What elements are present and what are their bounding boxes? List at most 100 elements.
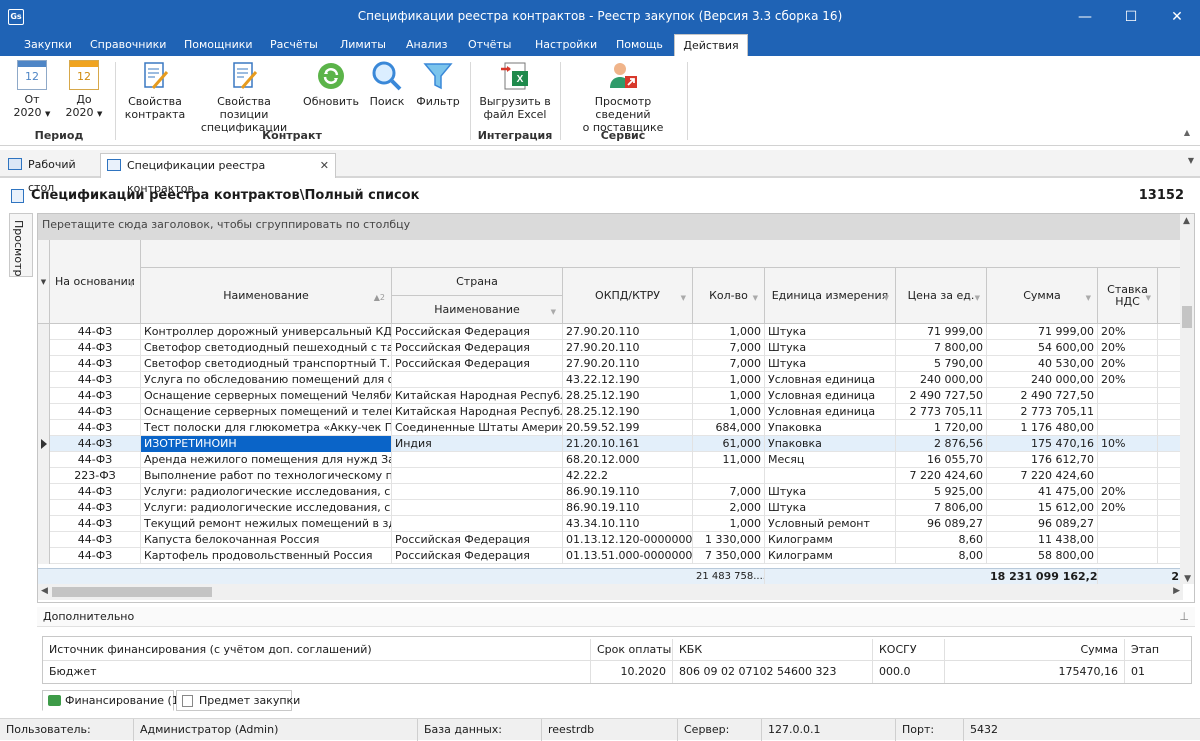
- cell-vat[interactable]: [1098, 420, 1158, 436]
- cell-okpd[interactable]: 28.25.12.190: [563, 388, 693, 404]
- cell-vat[interactable]: 20%: [1098, 372, 1158, 388]
- cell-vat[interactable]: [1098, 532, 1158, 548]
- cell-basis[interactable]: 44-ФЗ: [50, 404, 141, 420]
- cell-qty[interactable]: 11,000: [693, 452, 765, 468]
- cell-country[interactable]: [392, 500, 563, 516]
- row-indicator[interactable]: [38, 420, 50, 436]
- cell-sum[interactable]: 175 470,16: [987, 436, 1098, 452]
- column-header-sum[interactable]: Сумма ▼: [987, 268, 1098, 324]
- cell-unit[interactable]: Штука: [765, 484, 896, 500]
- cell-price[interactable]: 2 876,56: [896, 436, 987, 452]
- column-header-okpd[interactable]: ОКПД/КТРУ ▼: [563, 268, 693, 324]
- cell-vat[interactable]: [1098, 516, 1158, 532]
- cell-country[interactable]: Индия: [392, 436, 563, 452]
- scroll-thumb[interactable]: [1182, 306, 1192, 328]
- cell-basis[interactable]: 44-ФЗ: [50, 436, 141, 452]
- column-header-basis[interactable]: На основании ▼: [50, 240, 141, 324]
- cell-country[interactable]: [392, 516, 563, 532]
- row-indicator[interactable]: [38, 532, 50, 548]
- column-header-country[interactable]: Наименование ▼: [392, 296, 563, 324]
- cell-name[interactable]: Услуга по обследованию помещений для опр…: [141, 372, 392, 388]
- search-button[interactable]: Поиск: [366, 60, 408, 108]
- table-row[interactable]: 223-ФЗ Выполнение работ по технологическо…: [38, 468, 1194, 484]
- cell-country[interactable]: Российская Федерация: [392, 324, 563, 340]
- table-row[interactable]: 44-ФЗ Светофор светодиодный транспортный …: [38, 356, 1194, 372]
- cell-okpd[interactable]: 43.22.12.190: [563, 372, 693, 388]
- cell-basis[interactable]: 44-ФЗ: [50, 420, 141, 436]
- cell-country[interactable]: Российская Федерация: [392, 356, 563, 372]
- cell-name[interactable]: Контроллер дорожный универсальный КДУ-3.…: [141, 324, 392, 340]
- cell-name[interactable]: Услуги: радиологические исследования, са…: [141, 500, 392, 516]
- cell-basis[interactable]: 44-ФЗ: [50, 372, 141, 388]
- cell-sum[interactable]: 54 600,00: [987, 340, 1098, 356]
- cell-vat[interactable]: [1098, 388, 1158, 404]
- table-row[interactable]: 44-ФЗ ИЗОТРЕТИНОИН Индия 21.20.10.161 61,000…: [38, 436, 1194, 452]
- cell-okpd[interactable]: 01.13.51.000-00000001: [563, 548, 693, 564]
- cell-qty[interactable]: 1,000: [693, 372, 765, 388]
- cell-unit[interactable]: Условная единица: [765, 388, 896, 404]
- tab-desktop[interactable]: Рабочий стол: [2, 153, 98, 194]
- cell-unit[interactable]: Условный ремонт: [765, 516, 896, 532]
- row-indicator[interactable]: [38, 548, 50, 564]
- cell-name[interactable]: Текущий ремонт нежилых помещений в здан.…: [141, 516, 392, 532]
- cell-okpd[interactable]: 68.20.12.000: [563, 452, 693, 468]
- cell-sum[interactable]: 96 089,27: [987, 516, 1098, 532]
- tabs-overflow-icon[interactable]: ▼: [1188, 156, 1194, 165]
- cell-qty[interactable]: 7 350,000: [693, 548, 765, 564]
- cell-vat[interactable]: 10%: [1098, 436, 1158, 452]
- group-by-panel[interactable]: Перетащите сюда заголовок, чтобы сгруппи…: [38, 214, 1194, 240]
- table-row[interactable]: 44-ФЗ Светофор светодиодный пешеходный с …: [38, 340, 1194, 356]
- menu-tab-references[interactable]: Справочники: [82, 34, 174, 56]
- cell-qty[interactable]: 61,000: [693, 436, 765, 452]
- cell-name[interactable]: Картофель продовольственный Россия: [141, 548, 392, 564]
- cell-unit[interactable]: Месяц: [765, 452, 896, 468]
- cell-vat[interactable]: [1098, 548, 1158, 564]
- stage-value[interactable]: 01: [1125, 661, 1191, 683]
- scroll-thumb[interactable]: [52, 587, 212, 597]
- kosgu-value[interactable]: 000.0: [873, 661, 945, 683]
- cell-vat[interactable]: 20%: [1098, 500, 1158, 516]
- menu-tab-limits[interactable]: Лимиты: [332, 34, 394, 56]
- row-indicator[interactable]: [38, 500, 50, 516]
- item-properties-button[interactable]: Свойства позиции спецификации: [194, 60, 294, 134]
- cell-okpd[interactable]: 20.59.52.199: [563, 420, 693, 436]
- view-supplier-button[interactable]: Просмотр сведений о поставщике: [566, 60, 680, 134]
- cell-country[interactable]: [392, 484, 563, 500]
- row-indicator[interactable]: [38, 516, 50, 532]
- cell-okpd[interactable]: 28.25.12.190: [563, 404, 693, 420]
- cell-country[interactable]: Российская Федерация: [392, 340, 563, 356]
- table-row[interactable]: 44-ФЗ Оснащение серверных помещений и тел…: [38, 404, 1194, 420]
- kbk-value[interactable]: 806 09 02 07102 54600 323: [673, 661, 873, 683]
- cell-vat[interactable]: 20%: [1098, 484, 1158, 500]
- cell-unit[interactable]: Штука: [765, 500, 896, 516]
- scroll-right-icon[interactable]: ▶: [1173, 586, 1180, 596]
- menu-tab-assistants[interactable]: Помощники: [176, 34, 261, 56]
- cell-okpd[interactable]: 27.90.20.110: [563, 340, 693, 356]
- cell-price[interactable]: 71 999,00: [896, 324, 987, 340]
- cell-price[interactable]: 7 220 424,60: [896, 468, 987, 484]
- row-indicator[interactable]: [38, 484, 50, 500]
- cell-okpd[interactable]: 27.90.20.110: [563, 324, 693, 340]
- cell-qty[interactable]: 7,000: [693, 356, 765, 372]
- cell-sum[interactable]: 2 490 727,50: [987, 388, 1098, 404]
- cell-name[interactable]: Оснащение серверных помещений Челябинс..…: [141, 388, 392, 404]
- scroll-left-icon[interactable]: ◀: [41, 586, 48, 596]
- cell-sum[interactable]: 71 999,00: [987, 324, 1098, 340]
- minimize-button[interactable]: —: [1062, 0, 1108, 34]
- cell-price[interactable]: 5 925,00: [896, 484, 987, 500]
- close-button[interactable]: ✕: [1154, 0, 1200, 34]
- table-row[interactable]: 44-ФЗ Оснащение серверных помещений Челяб…: [38, 388, 1194, 404]
- cell-country[interactable]: [392, 452, 563, 468]
- financing-source-value[interactable]: Бюджет: [43, 661, 591, 683]
- filter-button[interactable]: Фильтр: [414, 60, 462, 108]
- side-tab-view[interactable]: Просмотр: [9, 213, 33, 277]
- cell-vat[interactable]: [1098, 468, 1158, 484]
- column-group-country[interactable]: Страна: [392, 268, 563, 296]
- row-indicator[interactable]: [38, 356, 50, 372]
- table-row[interactable]: 44-ФЗ Тест полоски для глюкометра «Акку-ч…: [38, 420, 1194, 436]
- cell-unit[interactable]: Штука: [765, 356, 896, 372]
- cell-country[interactable]: Китайская Народная Республ...: [392, 404, 563, 420]
- cell-unit[interactable]: Штука: [765, 340, 896, 356]
- cell-name[interactable]: Аренда нежилого помещения для нужд Закон…: [141, 452, 392, 468]
- cell-qty[interactable]: 7,000: [693, 484, 765, 500]
